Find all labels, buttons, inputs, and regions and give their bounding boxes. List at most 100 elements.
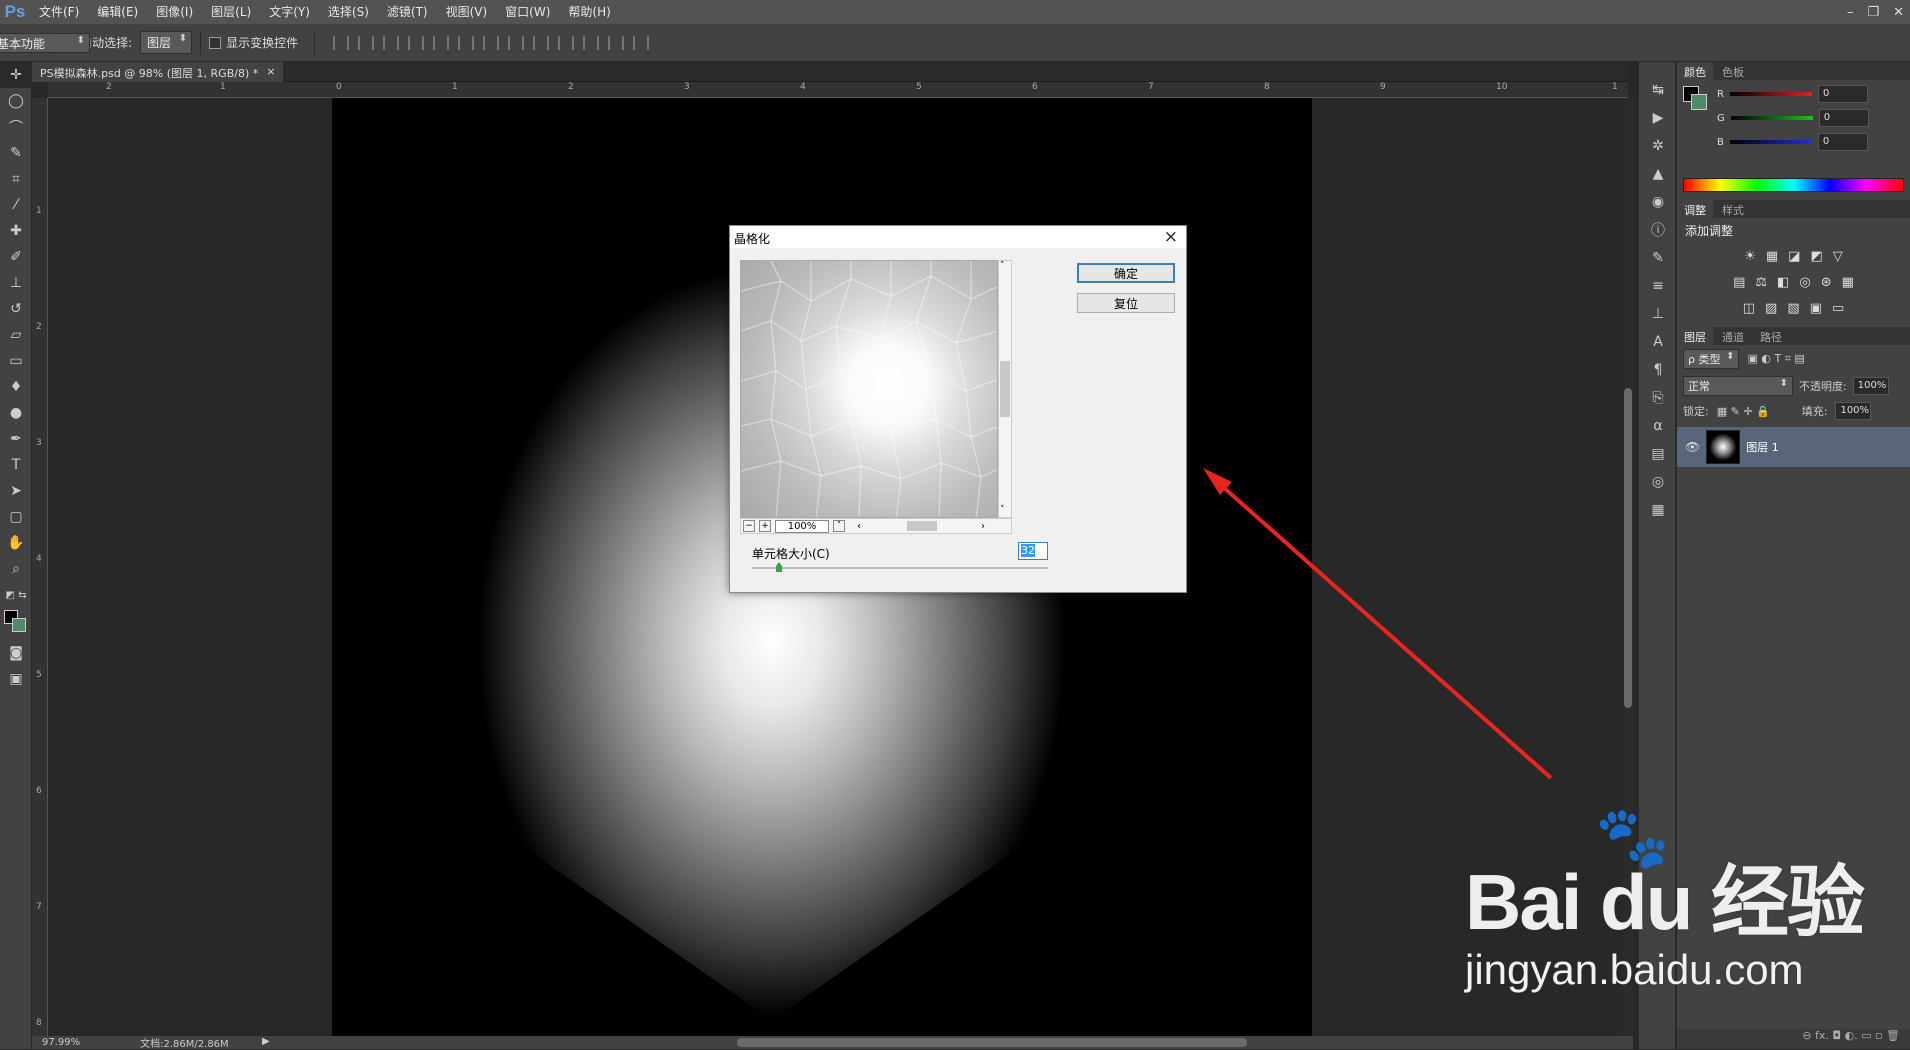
vertical-scroll-thumb[interactable] — [1624, 388, 1632, 708]
r-value[interactable]: 0 — [1817, 85, 1868, 103]
align-vcenter-icon[interactable] — [358, 35, 375, 50]
lasso-tool-icon[interactable]: ⌒ — [0, 114, 32, 140]
kuler-panel-icon[interactable]: ◎ — [1639, 468, 1677, 496]
preview-scroll-thumb[interactable] — [1000, 361, 1010, 417]
threshold-icon[interactable]: ▧ — [1787, 301, 1799, 316]
distribute-vcenter-icon[interactable] — [508, 35, 525, 50]
scroll-down-icon[interactable]: ˅ — [1000, 505, 1005, 515]
tool-presets-icon[interactable]: ▦ — [1639, 496, 1677, 524]
color-swatches-icon[interactable] — [0, 608, 32, 640]
zoom-dropdown-icon[interactable]: ˅ — [833, 520, 845, 532]
align-hcenter-icon[interactable] — [433, 35, 450, 50]
levels-icon[interactable]: ▦ — [1766, 249, 1778, 264]
status-menu-arrow-icon[interactable]: ▶ — [262, 1036, 270, 1047]
invert-icon[interactable]: ◫ — [1743, 301, 1755, 316]
align-top-icon[interactable] — [333, 35, 350, 50]
menu-help[interactable]: 帮助(H) — [559, 0, 619, 24]
cell-size-slider[interactable] — [752, 567, 1048, 569]
preview-vertical-scrollbar[interactable]: ˄ ˅ — [998, 260, 1012, 518]
eraser-tool-icon[interactable]: ▱ — [0, 322, 32, 348]
align-left-icon[interactable] — [408, 35, 425, 50]
quick-mask-icon[interactable]: ◙ — [0, 640, 32, 666]
distribute-hcenter-icon[interactable] — [583, 35, 600, 50]
b-slider[interactable] — [1729, 140, 1812, 144]
channel-mixer-icon[interactable]: ⊛ — [1821, 275, 1832, 290]
hue-sat-icon[interactable]: ▤ — [1733, 275, 1745, 290]
healing-tool-icon[interactable]: ✚ — [0, 218, 32, 244]
distribute-right-icon[interactable] — [608, 35, 625, 50]
g-value[interactable]: 0 — [1818, 109, 1869, 127]
color-balance-icon[interactable]: ⚖ — [1755, 275, 1767, 290]
history-brush-icon[interactable]: ↺ — [0, 296, 32, 322]
reset-button[interactable]: 复位 — [1077, 293, 1175, 313]
photo-filter-icon[interactable]: ◎ — [1799, 275, 1810, 290]
selective-color-icon[interactable]: ▣ — [1810, 301, 1822, 316]
tab-swatches[interactable]: 色板 — [1715, 62, 1751, 80]
distribute-top-icon[interactable] — [483, 35, 500, 50]
brush-presets-icon[interactable]: ≡ — [1639, 272, 1677, 300]
scroll-left-icon[interactable]: ‹ — [857, 521, 861, 532]
tab-adjustments[interactable]: 调整 — [1677, 200, 1713, 218]
marquee-tool-icon[interactable]: ◯ — [0, 88, 32, 114]
menu-edit[interactable]: 编辑(E) — [88, 0, 147, 24]
minimize-button[interactable]: – — [1847, 5, 1854, 20]
navigator-panel-icon[interactable]: ✲ — [1639, 132, 1677, 160]
type-tool-icon[interactable]: T — [0, 452, 32, 478]
brightness-icon[interactable]: ☀ — [1744, 249, 1756, 264]
show-transform-checkbox[interactable] — [209, 36, 222, 49]
menu-type[interactable]: 文字(Y) — [260, 0, 319, 24]
gradient-map-icon[interactable]: ▭ — [1832, 301, 1844, 316]
color-lookup-icon[interactable]: ▦ — [1842, 275, 1854, 290]
menu-layer[interactable]: 图层(L) — [202, 0, 260, 24]
tab-paths[interactable]: 路径 — [1753, 327, 1789, 345]
layer-kind-dropdown[interactable]: ρ 类型 — [1683, 349, 1740, 369]
r-slider[interactable] — [1729, 92, 1812, 96]
char-styles-icon[interactable]: ⎘ — [1639, 384, 1677, 412]
blend-mode-dropdown[interactable]: 正常 — [1683, 376, 1793, 396]
preview-zoom-value[interactable]: 100% — [775, 519, 829, 533]
auto-select-dropdown[interactable]: 图层 — [140, 31, 193, 54]
curves-icon[interactable]: ◪ — [1788, 249, 1800, 264]
zoom-in-button[interactable]: + — [759, 520, 771, 532]
preview-hscroll-thumb[interactable] — [907, 521, 937, 531]
close-tab-icon[interactable]: × — [266, 65, 275, 79]
stamp-tool-icon[interactable]: ⊥ — [0, 270, 32, 296]
histogram-panel-icon[interactable]: ▲ — [1639, 160, 1677, 188]
menu-view[interactable]: 视图(V) — [437, 0, 497, 24]
posterize-icon[interactable]: ▨ — [1765, 301, 1777, 316]
distribute-left-icon[interactable] — [558, 35, 575, 50]
menu-window[interactable]: 窗口(W) — [496, 0, 559, 24]
exposure-icon[interactable]: ◩ — [1810, 249, 1822, 264]
brush-tool-icon[interactable]: ✐ — [0, 244, 32, 270]
filter-icons[interactable]: ▣ ◐ T ⌗ ▤ — [1747, 352, 1804, 366]
filter-preview[interactable] — [740, 260, 998, 518]
history-panel-icon[interactable]: ↹ — [1639, 76, 1677, 104]
scroll-right-icon[interactable]: › — [981, 521, 985, 532]
scroll-up-icon[interactable]: ˄ — [1000, 261, 1005, 271]
opacity-value[interactable]: 100% — [1852, 377, 1889, 395]
background-swatch[interactable] — [1691, 94, 1707, 110]
clone-source-icon[interactable]: ⊥ — [1639, 300, 1677, 328]
close-window-button[interactable]: ✕ — [1893, 5, 1904, 20]
auto-align-icon[interactable] — [633, 35, 650, 50]
zoom-level[interactable]: 97.99% — [42, 1037, 80, 1048]
eye-icon[interactable]: 👁 — [1685, 440, 1700, 454]
move-tool-icon[interactable]: ✛ — [0, 62, 32, 88]
info-panel-icon[interactable]: ⓘ — [1639, 216, 1677, 244]
shape-tool-icon[interactable]: ▢ — [0, 504, 32, 530]
brush-panel-icon[interactable]: ✎ — [1639, 244, 1677, 272]
cell-size-input[interactable]: 32 — [1018, 542, 1048, 560]
properties-panel-icon[interactable]: ◉ — [1639, 188, 1677, 216]
workspace-dropdown[interactable]: 基本功能 — [0, 33, 90, 53]
pen-tool-icon[interactable]: ✒ — [0, 426, 32, 452]
character-panel-icon[interactable]: A — [1639, 328, 1677, 356]
blur-tool-icon[interactable]: ♦ — [0, 374, 32, 400]
crop-tool-icon[interactable]: ⌗ — [0, 166, 32, 192]
hand-tool-icon[interactable]: ✋ — [0, 530, 32, 556]
layer-name[interactable]: 图层 1 — [1746, 439, 1779, 455]
doc-info[interactable]: 文档:2.86M/2.86M — [140, 1035, 229, 1050]
default-colors-icon[interactable]: ◩ ⇆ — [0, 582, 32, 608]
lock-icons[interactable]: ▦ ✎ ✛ 🔒 — [1717, 405, 1770, 418]
zoom-tool-icon[interactable]: ⌕ — [0, 556, 32, 582]
restore-button[interactable]: ❐ — [1867, 5, 1879, 20]
